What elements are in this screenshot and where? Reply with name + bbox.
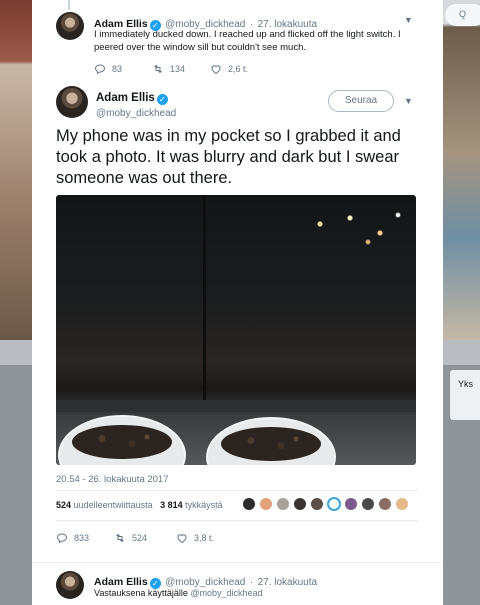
background-panel-right xyxy=(443,340,480,365)
author-name[interactable]: Adam Ellis xyxy=(94,576,148,588)
avatar[interactable] xyxy=(361,497,375,511)
divider xyxy=(56,520,418,521)
retweet-count: 524 xyxy=(132,533,148,543)
window-sill xyxy=(56,400,416,412)
tweet-text: My phone was in my pocket so I grabbed i… xyxy=(56,127,401,187)
thread-line xyxy=(68,0,70,10)
chevron-down-icon[interactable]: ▼ xyxy=(404,15,413,25)
tweet-text: I immediately ducked down. I reached up … xyxy=(94,29,401,53)
tweet-timestamp[interactable]: 20.54 - 26. lokakuuta 2017 xyxy=(56,474,169,485)
divider xyxy=(56,490,418,491)
author-handle[interactable]: @moby_dickhead xyxy=(165,577,245,588)
avatar[interactable] xyxy=(56,86,88,118)
avatar[interactable] xyxy=(327,497,341,511)
like-button[interactable]: 3,8 t. xyxy=(176,532,214,544)
retweet-total[interactable]: 524 xyxy=(56,500,71,510)
author-name[interactable]: Adam Ellis xyxy=(96,92,155,104)
avatar[interactable] xyxy=(242,497,256,511)
reply-button[interactable]: 83 xyxy=(94,63,152,75)
plant-pot xyxy=(206,417,336,465)
avatar[interactable] xyxy=(276,497,290,511)
window-frame xyxy=(56,195,206,410)
tweet-photo[interactable] xyxy=(56,195,416,465)
avatar[interactable] xyxy=(344,497,358,511)
reply-button[interactable]: 833 xyxy=(56,532,114,544)
chevron-down-icon[interactable]: ▼ xyxy=(404,96,413,106)
reply-handle[interactable]: @moby_dickhead xyxy=(190,588,262,598)
retweet-count: 134 xyxy=(170,64,186,74)
reply-context: Vastauksena käyttäjälle @moby_dickhead xyxy=(94,588,263,598)
avatar[interactable] xyxy=(56,571,84,599)
reply-count: 833 xyxy=(74,533,90,543)
liker-avatars[interactable] xyxy=(242,497,409,511)
like-total-label[interactable]: tykkäystä xyxy=(185,500,223,510)
verified-icon: ✓ xyxy=(156,94,168,105)
retweet-button[interactable]: 524 xyxy=(114,532,176,544)
background-image-left xyxy=(0,0,32,340)
like-button[interactable]: 2,6 t. xyxy=(210,63,248,75)
background-side-card: Yks xyxy=(450,370,480,420)
avatar[interactable] xyxy=(310,497,324,511)
like-icon xyxy=(177,534,187,544)
avatar[interactable] xyxy=(259,497,273,511)
previous-tweet[interactable]: Adam Ellis ✓ @moby_dickhead · 27. lokakuu… xyxy=(32,0,443,80)
avatar[interactable] xyxy=(395,497,409,511)
retweet-button[interactable]: 134 xyxy=(152,63,210,75)
reply-icon xyxy=(56,533,68,544)
avatar[interactable] xyxy=(293,497,307,511)
tweet-time[interactable]: 27. lokakuuta xyxy=(258,577,318,588)
tweet-modal: Adam Ellis ✓ @moby_dickhead · 27. lokakuu… xyxy=(32,0,443,605)
retweet-total-label[interactable]: uudelleentwiittausta xyxy=(74,500,153,510)
reply-count: 83 xyxy=(112,64,123,74)
main-tweet: Adam Ellis ✓ @moby_dickhead Seuraa ▼ My p… xyxy=(32,80,443,560)
reply-tweet[interactable]: Adam Ellis ✓ @moby_dickhead · 27. lokakuu… xyxy=(32,562,443,605)
like-icon xyxy=(211,65,221,75)
engagement-stats: 524 uudelleentwiittausta 3 814 tykkäystä xyxy=(56,500,223,510)
reply-icon xyxy=(94,64,106,75)
like-count: 3,8 t. xyxy=(194,533,215,543)
background-search-hint: Q xyxy=(445,4,480,26)
reply-prefix: Vastauksena käyttäjälle xyxy=(94,588,188,598)
like-total[interactable]: 3 814 xyxy=(160,500,183,510)
author-handle[interactable]: @moby_dickhead xyxy=(96,108,176,119)
avatar[interactable] xyxy=(378,497,392,511)
background-image-right xyxy=(443,0,480,340)
retweet-icon xyxy=(154,64,162,74)
avatar[interactable] xyxy=(56,12,84,40)
plant-pot xyxy=(58,415,186,465)
city-lights xyxy=(296,200,416,260)
background-panel-left xyxy=(0,340,32,365)
follow-button[interactable]: Seuraa xyxy=(328,90,394,112)
like-count: 2,6 t. xyxy=(228,64,249,74)
retweet-icon xyxy=(116,533,124,543)
